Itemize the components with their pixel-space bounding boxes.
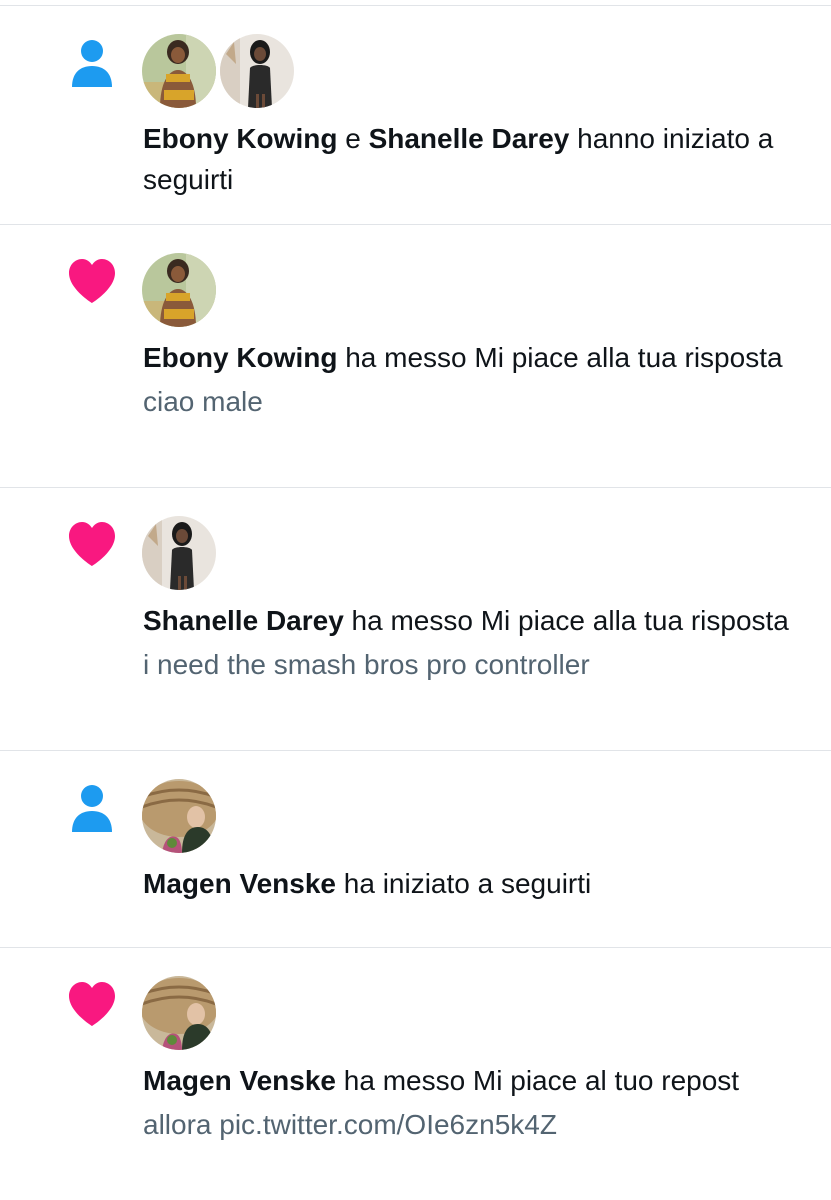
- notification-text: Ebony Kowing e Shanelle Darey hanno iniz…: [143, 118, 803, 200]
- person-icon: [64, 34, 120, 90]
- notification-like[interactable]: Ebony Kowing ha messo Mi piace alla tua …: [0, 225, 831, 487]
- heart-icon: [64, 976, 120, 1032]
- avatar-ebony-kowing[interactable]: [142, 253, 216, 327]
- notification-text: Ebony Kowing ha messo Mi piace alla tua …: [143, 337, 803, 422]
- user-name[interactable]: Shanelle Darey: [369, 123, 570, 154]
- avatar-group: [142, 976, 220, 1052]
- avatar-magen-venske[interactable]: [142, 779, 216, 853]
- person-icon: [64, 779, 120, 835]
- action-text: ha messo Mi piace alla tua risposta: [337, 342, 783, 373]
- notification-message: Magen Venske ha iniziato a seguirti: [143, 863, 803, 904]
- avatar-group: [142, 253, 220, 329]
- repost-snippet[interactable]: allora pic.twitter.com/OIe6zn5k4Z: [143, 1104, 803, 1145]
- notification-text: Magen Venske ha messo Mi piace al tuo re…: [143, 1060, 803, 1145]
- avatar-magen-venske[interactable]: [142, 976, 216, 1050]
- notifications-feed: Ebony Kowing e Shanelle Darey hanno iniz…: [0, 0, 831, 1200]
- user-name[interactable]: Ebony Kowing: [143, 123, 337, 154]
- user-name[interactable]: Magen Venske: [143, 868, 336, 899]
- heart-icon: [64, 516, 120, 572]
- reply-snippet[interactable]: i need the smash bros pro controller: [143, 644, 803, 685]
- notification-message: Magen Venske ha messo Mi piace al tuo re…: [143, 1060, 803, 1101]
- notification-text: Magen Venske ha iniziato a seguirti: [143, 863, 803, 904]
- avatar-ebony-kowing[interactable]: [142, 34, 216, 108]
- avatar-group: [142, 516, 220, 592]
- heart-icon: [64, 253, 120, 309]
- action-text: ha iniziato a seguirti: [335, 868, 592, 899]
- notification-follow[interactable]: Ebony Kowing e Shanelle Darey hanno iniz…: [0, 6, 831, 224]
- avatar-group: [142, 34, 298, 110]
- user-name[interactable]: Magen Venske: [143, 1065, 336, 1096]
- avatar-shanelle-darey[interactable]: [142, 516, 216, 590]
- notification-text: Shanelle Darey ha messo Mi piace alla tu…: [143, 600, 803, 685]
- notification-like[interactable]: Shanelle Darey ha messo Mi piace alla tu…: [0, 488, 831, 750]
- avatar-group: [142, 779, 220, 855]
- notification-message: Ebony Kowing e Shanelle Darey hanno iniz…: [143, 118, 803, 200]
- conjunction: e: [337, 123, 369, 154]
- notification-message: Shanelle Darey ha messo Mi piace alla tu…: [143, 600, 803, 641]
- user-name[interactable]: Shanelle Darey: [143, 605, 344, 636]
- reply-snippet[interactable]: ciao male: [143, 381, 803, 422]
- action-text: ha messo Mi piace alla tua risposta: [343, 605, 789, 636]
- notification-follow[interactable]: Magen Venske ha iniziato a seguirti: [0, 751, 831, 947]
- user-name[interactable]: Ebony Kowing: [143, 342, 337, 373]
- avatar-shanelle-darey[interactable]: [220, 34, 294, 108]
- notification-message: Ebony Kowing ha messo Mi piace alla tua …: [143, 337, 803, 378]
- notification-like[interactable]: Magen Venske ha messo Mi piace al tuo re…: [0, 948, 831, 1200]
- action-text: ha messo Mi piace al tuo repost: [335, 1065, 740, 1096]
